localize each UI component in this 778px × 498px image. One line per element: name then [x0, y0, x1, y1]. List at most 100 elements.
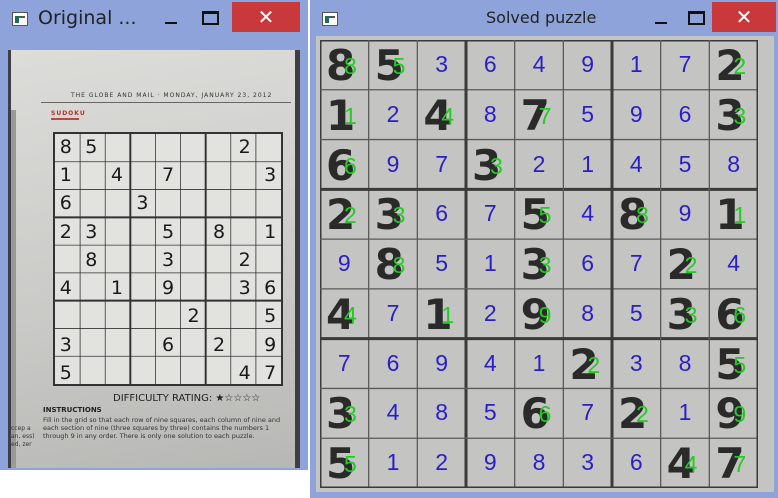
solved-digit: 5: [483, 399, 497, 426]
overlay-digit: 7: [538, 102, 552, 129]
solved-digit: 3: [435, 51, 449, 77]
solved-digit: 8: [581, 299, 595, 326]
original-cell: 9: [264, 333, 277, 356]
solved-digit: 9: [629, 100, 643, 127]
solved-digit: 2: [386, 100, 400, 127]
original-cell: 3: [85, 220, 98, 243]
solved-digit: 7: [581, 399, 595, 426]
overlay-digit: 1: [733, 202, 747, 229]
original-cell: 8: [213, 220, 226, 243]
solved-digit: 1: [386, 449, 400, 476]
solved-digit: 4: [532, 51, 546, 77]
overlay-digit: 2: [587, 351, 601, 378]
original-cell: 6: [161, 333, 175, 356]
original-cell: 9: [161, 277, 175, 300]
solved-digit: 1: [532, 349, 546, 376]
overlay-digit: 9: [733, 401, 747, 428]
solved-window: Solved puzzle ✕ 8 8 5 5 3 6 4 9 1 7 2 2 1 1 2 4 4 8 7 7 5 9 6 3…: [310, 0, 778, 498]
overlay-digit: 8: [636, 202, 649, 229]
original-cell: 8: [85, 248, 98, 271]
original-cell: 5: [59, 361, 72, 384]
solved-digit: 9: [386, 150, 400, 177]
solved-digit: 6: [435, 200, 449, 227]
solved-digit: 3: [581, 449, 595, 476]
original-cell: 6: [59, 192, 72, 215]
original-cell: 2: [238, 136, 251, 158]
solved-digit: 3: [629, 349, 643, 376]
original-cell: 4: [59, 277, 72, 300]
overlay-digit: 3: [733, 102, 747, 129]
solved-digit: 4: [727, 250, 741, 277]
overlay-digit: 3: [392, 202, 406, 229]
original-image: THE GLOBE AND MAIL · MONDAY, JANUARY 23,…: [8, 50, 300, 468]
solved-digit: 2: [435, 449, 449, 476]
solved-digit: 6: [629, 449, 643, 476]
original-cell: 3: [161, 248, 175, 271]
original-cell: 3: [264, 164, 277, 187]
solved-digit: 5: [581, 100, 595, 127]
overlay-digit: 3: [344, 401, 357, 428]
solved-digit: 2: [483, 299, 497, 326]
margin-text: ccep a an, ess) ed, zer: [11, 425, 35, 448]
solved-digit: 6: [386, 349, 400, 376]
solved-digit: 5: [629, 299, 643, 326]
app-icon[interactable]: [12, 12, 28, 26]
overlay-digit: 5: [538, 202, 552, 229]
solved-digit: 7: [337, 349, 351, 376]
minimize-button[interactable]: [646, 2, 676, 32]
original-window-titlebar[interactable]: Original ... ✕: [0, 0, 308, 36]
close-button[interactable]: ✕: [712, 2, 776, 32]
overlay-digit: 3: [684, 301, 698, 328]
overlay-digit: 1: [441, 301, 455, 328]
original-cell: 3: [59, 333, 72, 356]
overlay-digit: 5: [733, 351, 747, 378]
original-cell: 4: [238, 361, 251, 384]
overlay-digit: 5: [344, 451, 357, 478]
overlay-digit: 8: [344, 53, 357, 79]
original-window: Original ... ✕ THE GLOBE AND MAIL · MOND…: [0, 0, 308, 470]
overlay-digit: 2: [344, 202, 357, 229]
original-cell: 1: [110, 277, 123, 300]
overlay-digit: 2: [684, 252, 698, 279]
solved-digit: 9: [581, 51, 595, 77]
app-icon[interactable]: [322, 12, 338, 26]
solved-digit: 9: [678, 200, 692, 227]
solved-digit: 4: [386, 399, 400, 426]
instructions-text: Fill in the grid so that each row of nin…: [43, 416, 281, 440]
solved-digit: 2: [532, 150, 546, 177]
solved-digit: 9: [337, 250, 351, 277]
overlay-digit: 6: [538, 401, 552, 428]
solved-digit: 9: [483, 449, 497, 476]
instructions-title: INSTRUCTIONS: [43, 406, 102, 414]
original-window-title: Original ...: [38, 7, 137, 29]
solved-digit: 6: [581, 250, 595, 277]
difficulty-rating: DIFFICULTY RATING: ★☆☆☆☆: [113, 393, 261, 404]
overlay-digit: 9: [538, 301, 552, 328]
original-cell: 8: [59, 136, 72, 158]
original-cell: 2: [59, 220, 72, 243]
solved-digit: 5: [678, 150, 692, 177]
overlay-digit: 6: [344, 152, 357, 179]
close-button[interactable]: ✕: [232, 2, 300, 32]
solved-digit: 4: [581, 200, 595, 227]
solved-digit: 8: [435, 399, 449, 426]
solved-digit: 9: [435, 349, 449, 376]
minimize-button[interactable]: [156, 2, 186, 32]
solved-digit: 8: [532, 449, 546, 476]
maximize-button[interactable]: [193, 2, 225, 32]
solved-digit: 7: [435, 150, 449, 177]
solved-window-titlebar[interactable]: Solved puzzle ✕: [310, 0, 778, 36]
newspaper-header: THE GLOBE AND MAIL · MONDAY, JANUARY 23,…: [71, 92, 273, 99]
original-cell: 6: [264, 277, 277, 300]
solved-digit: 1: [483, 250, 497, 277]
solved-digit: 4: [629, 150, 643, 177]
solved-digit: 4: [483, 349, 497, 376]
overlay-digit: 3: [490, 152, 503, 179]
original-cell: 5: [161, 220, 175, 243]
maximize-button[interactable]: [680, 2, 710, 32]
solved-sudoku-grid: 8 8 5 5 3 6 4 9 1 7 2 2 1 1 2 4 4 8 7 7 5 9 6 3 3 6 6 9 7 3 3 2 1 4 5 8 2 2 3 3…: [320, 40, 758, 488]
solved-digit: 1: [629, 51, 643, 77]
original-cell: 5: [85, 136, 98, 158]
original-cell: 3: [238, 277, 251, 300]
original-cell: 5: [264, 305, 277, 328]
